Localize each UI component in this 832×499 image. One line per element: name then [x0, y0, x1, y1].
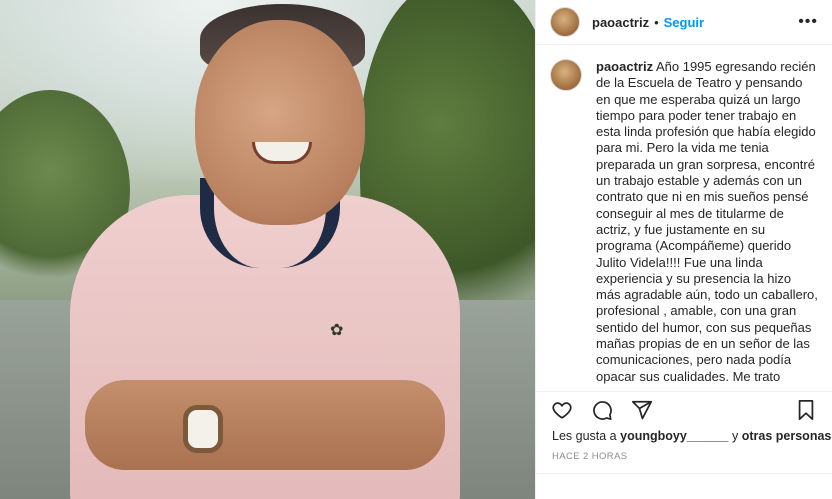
instagram-post: ✿ paoactriz • Seguir ••• paoactriz Año 1… [0, 0, 832, 499]
add-comment-bar[interactable] [536, 473, 832, 499]
photo-face [195, 20, 365, 225]
photo-watch [183, 405, 223, 453]
follow-button[interactable]: Seguir [664, 15, 704, 30]
likes-others-link[interactable]: otras personas [742, 429, 832, 443]
caption-text: Año 1995 egresando recién de la Escuela … [596, 59, 818, 384]
comments-area: paoactriz Año 1995 egresando recién de l… [536, 45, 832, 391]
shirt-logo-icon: ✿ [330, 322, 344, 339]
likes-summary: Les gusta a youngboyy______ y otras pers… [536, 427, 832, 445]
caption: paoactriz Año 1995 egresando recién de l… [596, 59, 818, 391]
send-icon[interactable] [630, 398, 654, 422]
likes-prefix: Les gusta a [552, 429, 617, 443]
likes-conjunction: y [732, 429, 739, 443]
post-photo[interactable]: ✿ [0, 0, 535, 499]
post-timestamp[interactable]: HACE 2 HORAS [536, 445, 832, 467]
caption-avatar[interactable] [550, 59, 582, 91]
bookmark-icon[interactable] [794, 398, 818, 422]
avatar[interactable] [550, 7, 580, 37]
heart-icon[interactable] [550, 398, 574, 422]
header-separator: • [654, 14, 659, 30]
comment-icon[interactable] [590, 398, 614, 422]
post-header: paoactriz • Seguir ••• [536, 0, 832, 45]
caption-username[interactable]: paoactriz [596, 59, 653, 74]
photo-arms [85, 380, 445, 470]
action-bar [536, 391, 832, 427]
header-username[interactable]: paoactriz [592, 15, 649, 30]
more-options-icon[interactable]: ••• [798, 13, 818, 31]
post-sidebar: paoactriz • Seguir ••• paoactriz Año 199… [535, 0, 832, 499]
likes-user-link[interactable]: youngboyy______ [620, 429, 728, 443]
